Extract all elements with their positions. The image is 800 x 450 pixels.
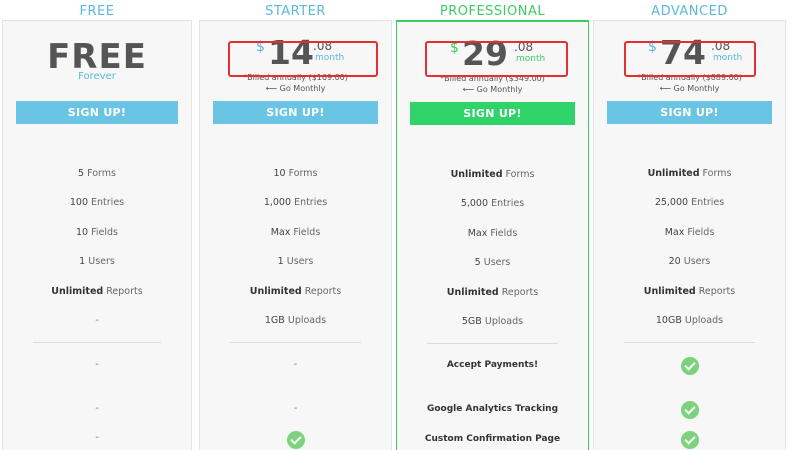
annotation-highlight-professional bbox=[425, 41, 568, 77]
feature-forms: 5 Forms bbox=[78, 168, 116, 179]
plan-card-advanced: $ 74 .08 month *Billed annually ($889.00… bbox=[593, 20, 786, 450]
feature-entries: 1,000 Entries bbox=[263, 197, 328, 208]
divider bbox=[624, 342, 755, 343]
feature-uploads: 5GB Uploads bbox=[461, 316, 524, 327]
plan-free: FREE FREE Forever SIGN UP! 5 Forms 100 E… bbox=[2, 0, 192, 450]
feature-analytics: - bbox=[293, 403, 298, 414]
plan-title-starter: STARTER bbox=[265, 4, 326, 19]
feature-uploads: 10GB Uploads bbox=[655, 315, 724, 326]
plan-card-starter: $ 14 .08 month *Billed annually ($169.00… bbox=[199, 20, 392, 450]
feature-reports: Unlimited Reports bbox=[51, 286, 143, 297]
check-circle-icon bbox=[681, 431, 699, 449]
feature-confirmation: Custom Confirmation Page bbox=[424, 434, 561, 444]
feature-fields: Max Fields bbox=[664, 227, 715, 238]
feature-entries: 5,000 Entries bbox=[460, 198, 525, 209]
feature-users: 5 Users bbox=[474, 257, 511, 268]
plan-title-advanced: ADVANCED bbox=[651, 4, 728, 19]
feature-reports: Unlimited Reports bbox=[446, 287, 539, 298]
signup-button-professional[interactable]: SIGN UP! bbox=[410, 102, 575, 125]
free-forever-label: Forever bbox=[78, 71, 116, 82]
feature-fields: Max Fields bbox=[270, 227, 321, 238]
feature-users: 1 Users bbox=[79, 256, 115, 267]
feature-payments: - bbox=[95, 359, 99, 370]
feature-reports: Unlimited Reports bbox=[643, 286, 736, 297]
check-circle-icon bbox=[287, 431, 305, 449]
divider bbox=[230, 342, 361, 343]
feature-forms: 10 Forms bbox=[273, 168, 318, 179]
signup-button-free[interactable]: SIGN UP! bbox=[16, 101, 178, 124]
go-monthly-link[interactable]: ⟵ Go Monthly bbox=[200, 84, 391, 93]
annotation-highlight-starter bbox=[228, 41, 378, 77]
plan-title-professional: PROFESSIONAL bbox=[439, 4, 546, 19]
feature-uploads: 1GB Uploads bbox=[264, 315, 327, 326]
feature-reports: Unlimited Reports bbox=[249, 286, 342, 297]
feature-users: 20 Users bbox=[668, 256, 711, 267]
signup-button-advanced[interactable]: SIGN UP! bbox=[607, 101, 772, 124]
feature-payments: - bbox=[293, 359, 298, 370]
feature-fields: 10 Fields bbox=[75, 227, 118, 238]
check-circle-icon bbox=[681, 357, 699, 375]
feature-entries: 25,000 Entries bbox=[654, 197, 725, 208]
plan-title-free: FREE bbox=[79, 4, 115, 19]
divider bbox=[427, 343, 558, 344]
go-monthly-link[interactable]: ⟵ Go Monthly bbox=[397, 85, 588, 94]
feature-users: 1 Users bbox=[277, 256, 314, 267]
check-circle-icon bbox=[681, 401, 699, 419]
plan-card-professional: $ 29 .08 month *Billed annually ($349.00… bbox=[396, 20, 589, 450]
feature-entries: 100 Entries bbox=[69, 197, 125, 208]
divider bbox=[33, 342, 161, 343]
feature-uploads: - bbox=[95, 315, 99, 326]
feature-analytics: - bbox=[95, 403, 99, 414]
feature-confirmation: - bbox=[95, 432, 99, 443]
feature-payments: Accept Payments! bbox=[446, 360, 539, 370]
go-monthly-link[interactable]: ⟵ Go Monthly bbox=[594, 84, 785, 93]
signup-button-starter[interactable]: SIGN UP! bbox=[213, 101, 378, 124]
pricing-page: FREE FREE Forever SIGN UP! 5 Forms 100 E… bbox=[0, 0, 800, 450]
feature-forms: Unlimited Forms bbox=[450, 169, 535, 180]
feature-fields: Max Fields bbox=[467, 228, 518, 239]
feature-forms: Unlimited Forms bbox=[647, 168, 732, 179]
feature-analytics: Google Analytics Tracking bbox=[426, 404, 559, 414]
plan-card-free: FREE Forever SIGN UP! 5 Forms 100 Entrie… bbox=[2, 20, 192, 450]
annotation-highlight-advanced bbox=[624, 41, 756, 77]
